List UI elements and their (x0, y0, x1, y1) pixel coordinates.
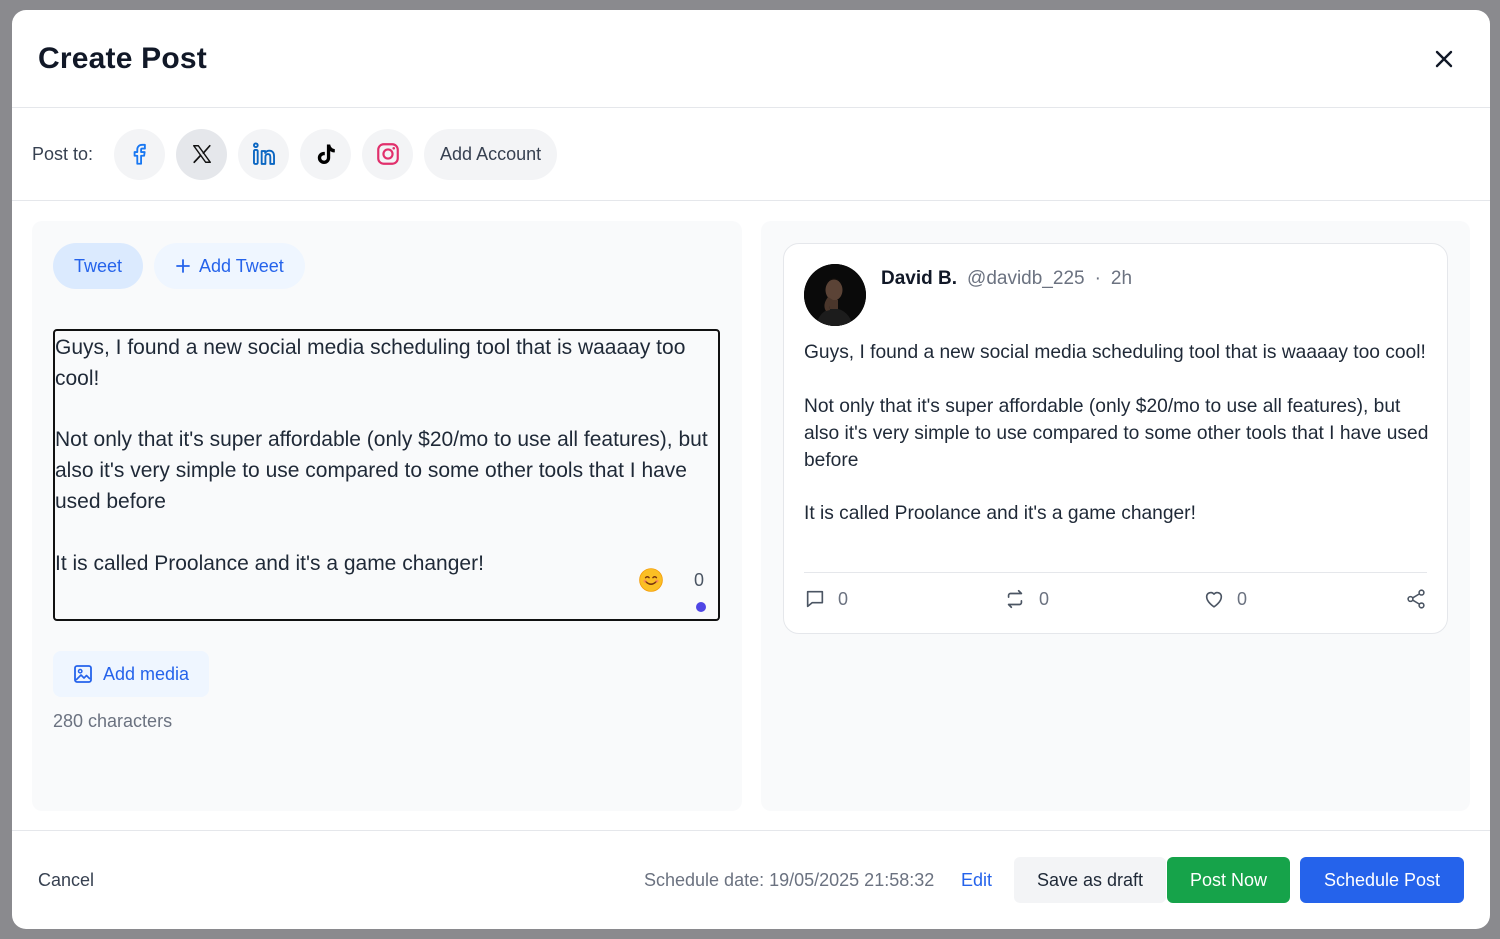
modal-footer: Cancel Schedule date: 19/05/2025 21:58:3… (12, 830, 1490, 929)
modal-body: Tweet Add Tweet Guys, I found a new soci… (12, 201, 1490, 829)
retweet-count: 0 (1039, 588, 1050, 609)
modal-title: Create Post (38, 41, 207, 75)
add-account-button[interactable]: Add Account (424, 128, 558, 180)
facebook-icon (133, 143, 146, 165)
share-action[interactable] (1405, 588, 1427, 610)
comment-icon (806, 590, 824, 608)
editor-panel: Tweet Add Tweet Guys, I found a new soci… (32, 221, 742, 811)
card-divider (804, 572, 1427, 573)
retweet-icon (1007, 589, 1023, 609)
preview-text: Guys, I found a new social media schedul… (804, 342, 1429, 525)
linkedin-icon (252, 142, 275, 165)
plus-icon (176, 259, 190, 273)
image-icon (74, 665, 92, 683)
author-handle: @davidb_225 (967, 268, 1085, 289)
tweet-textarea[interactable]: Guys, I found a new social media schedul… (53, 329, 720, 621)
char-count: 0 (693, 570, 704, 590)
post-to-bar: Post to: Add Account (12, 108, 1490, 201)
like-count: 0 (1237, 588, 1248, 609)
tiktok-icon (317, 144, 335, 164)
avatar (804, 264, 866, 326)
account-x-button[interactable] (176, 128, 228, 180)
x-icon (192, 144, 211, 164)
modal-header: Create Post (12, 10, 1490, 108)
create-post-modal: Create Post Post to: Add Account Tweet A… (12, 10, 1490, 929)
post-to-label: Post to: (32, 143, 94, 164)
close-button[interactable] (1424, 39, 1464, 79)
edit-schedule-link[interactable]: Edit (961, 870, 992, 891)
post-now-button[interactable]: Post Now (1167, 857, 1290, 903)
retweet-action[interactable]: 0 (1003, 588, 1049, 610)
tweet-text[interactable]: Guys, I found a new social media schedul… (55, 333, 715, 579)
tweet-actions: 0 0 0 (804, 588, 1427, 616)
add-tweet-button[interactable]: Add Tweet (154, 243, 305, 289)
add-media-label: Add media (103, 663, 190, 684)
add-tweet-label: Add Tweet (199, 255, 284, 276)
tweet-preview-card: David B. @davidb_225 · 2h Guys, I found … (783, 243, 1448, 634)
smile-emoji-icon[interactable] (638, 567, 664, 593)
post-time: 2h (1110, 268, 1133, 289)
share-icon (1407, 589, 1425, 609)
account-facebook-button[interactable] (114, 128, 166, 180)
meta-separator: · (1094, 268, 1101, 289)
schedule-date: Schedule date: 19/05/2025 21:58:32 (644, 870, 935, 890)
instagram-icon (376, 143, 399, 165)
add-media-button[interactable]: Add media (53, 651, 210, 697)
like-action[interactable]: 0 (1203, 588, 1247, 610)
account-linkedin-button[interactable] (238, 128, 290, 180)
schedule-post-button[interactable]: Schedule Post (1300, 857, 1464, 903)
author-name: David B. (881, 268, 958, 289)
heart-icon (1205, 591, 1223, 608)
cancel-button[interactable]: Cancel (38, 870, 94, 891)
reply-count: 0 (838, 588, 849, 609)
preview-panel: David B. @davidb_225 · 2h Guys, I found … (761, 221, 1470, 811)
status-dot (696, 602, 706, 612)
tweet-meta: David B. @davidb_225 · 2h (881, 268, 1132, 290)
tweet-tabs: Tweet Add Tweet (53, 243, 305, 289)
close-icon (1435, 50, 1453, 67)
char-limit: 280 characters (53, 711, 173, 731)
avatar-image (804, 264, 866, 326)
account-instagram-button[interactable] (362, 128, 414, 180)
save-draft-button[interactable]: Save as draft (1014, 857, 1166, 903)
tab-tweet[interactable]: Tweet (53, 243, 144, 289)
account-tiktok-button[interactable] (300, 128, 352, 180)
reply-action[interactable]: 0 (804, 588, 848, 610)
tab-tweet-label: Tweet (74, 255, 123, 276)
